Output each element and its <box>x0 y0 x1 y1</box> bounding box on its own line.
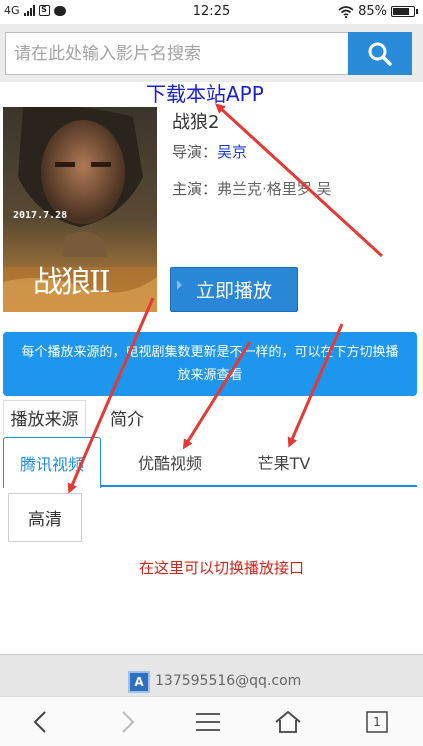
browser-nav-bar: 1 <box>0 696 423 746</box>
play-now-button[interactable]: 立即播放 <box>170 267 298 312</box>
status-bar: 4G S 12:25 85% <box>0 0 423 24</box>
menu-button[interactable] <box>178 697 238 746</box>
menu-icon <box>196 713 220 731</box>
search-bar <box>0 24 423 82</box>
battery-fill <box>393 8 409 15</box>
tab-play-source[interactable]: 播放来源 <box>3 400 86 434</box>
director-link[interactable]: 吴京 <box>217 143 247 161</box>
forward-icon <box>122 711 135 733</box>
forward-button[interactable] <box>98 697 158 746</box>
footer: A 137595516@qq.com <box>0 654 423 696</box>
cast-label: 主演： <box>172 180 218 198</box>
source-notice: 每个播放来源的，电视剧集数更新是不一样的，可以在下方切换播放来源查看 <box>3 332 417 396</box>
cast-value: 弗兰克·格里罗 吴 <box>217 180 332 198</box>
tabs-button[interactable]: 1 <box>347 697 407 746</box>
search-button[interactable] <box>348 32 412 75</box>
wifi-icon <box>338 5 354 18</box>
hint-text: 在这里可以切换播放接口 <box>139 559 305 577</box>
back-icon <box>33 711 46 733</box>
tabs-count: 1 <box>373 715 381 729</box>
search-icon <box>368 42 392 66</box>
movie-poster[interactable]: 2017.7.28 战狼II <box>3 107 157 312</box>
source-tabs: 腾讯视频 优酷视频 芒果TV <box>3 437 417 488</box>
cast-row: 主演：弗兰克·格里罗 吴 <box>172 178 332 199</box>
footer-email[interactable]: 137595516@qq.com <box>155 673 301 689</box>
hd-source-button[interactable]: 高清 <box>8 493 82 542</box>
home-icon <box>275 710 301 733</box>
poster-title: 战狼II <box>33 265 111 300</box>
app-icon: A <box>128 671 150 693</box>
movie-title: 战狼2 <box>172 112 220 133</box>
app-download-link[interactable]: 下载本站APP <box>146 78 264 107</box>
search-input[interactable] <box>5 32 349 75</box>
tab-youku-video[interactable]: 优酷视频 <box>121 437 219 487</box>
poster-date: 2017.7.28 <box>13 210 68 221</box>
battery-icon <box>391 6 418 17</box>
tab-tencent-video[interactable]: 腾讯视频 <box>3 437 101 488</box>
tab-intro[interactable]: 简介 <box>93 400 161 434</box>
home-button[interactable] <box>258 697 318 746</box>
back-button[interactable] <box>10 697 70 746</box>
battery-percent: 85% <box>358 4 387 19</box>
tab-mango-tv[interactable]: 芒果TV <box>235 437 333 487</box>
director-label: 导演： <box>172 143 218 161</box>
director-row: 导演：吴京 <box>172 141 247 162</box>
